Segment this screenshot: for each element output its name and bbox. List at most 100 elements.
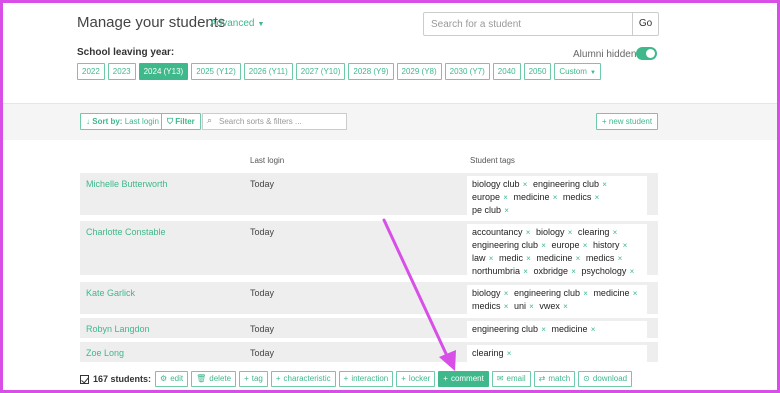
student-count: 167 students:: [93, 374, 152, 384]
tag-chip: europe ×: [472, 192, 508, 202]
remove-tag-icon[interactable]: ×: [627, 267, 635, 276]
advanced-label: Advanced: [210, 18, 255, 29]
characteristic-action-button[interactable]: + characteristic: [270, 371, 336, 387]
student-name-link[interactable]: Robyn Langdon: [86, 324, 150, 334]
email-action-button[interactable]: ✉ email: [491, 371, 531, 387]
remove-tag-icon[interactable]: ×: [502, 289, 509, 298]
filter-button[interactable]: ⛉ Filter: [161, 113, 201, 130]
tag-label: medic: [498, 253, 523, 263]
tag-action-button[interactable]: + tag: [239, 371, 268, 387]
remove-tag-icon[interactable]: ×: [527, 302, 534, 311]
remove-tag-icon[interactable]: ×: [630, 289, 638, 298]
year-button[interactable]: 2024 (Y13): [138, 63, 189, 80]
remove-tag-icon[interactable]: ×: [566, 228, 573, 237]
remove-tag-icon[interactable]: ×: [561, 302, 568, 311]
tag-label: engineering club: [513, 288, 581, 298]
select-all-checkbox[interactable]: [80, 374, 89, 384]
locker-action-button[interactable]: + locker: [396, 371, 436, 387]
remove-tag-icon[interactable]: ×: [524, 228, 531, 237]
remove-tag-icon[interactable]: ×: [581, 241, 588, 250]
remove-tag-icon[interactable]: ×: [615, 254, 623, 263]
tag-label: engineering club: [532, 179, 600, 189]
tag-chip: clearing ×: [578, 227, 617, 237]
alumni-toggle[interactable]: [636, 47, 657, 60]
last-login: Today: [250, 288, 275, 298]
remove-tag-icon[interactable]: ×: [573, 254, 581, 263]
student-tags[interactable]: biology × engineering club × medicine × …: [467, 285, 647, 315]
tag-chip: medicine ×: [551, 324, 595, 334]
sort-filter-search-input[interactable]: [202, 113, 347, 130]
year-label: 2029 (Y8): [401, 67, 437, 76]
remove-tag-icon[interactable]: ×: [521, 180, 528, 189]
tag-chip: history ×: [593, 240, 627, 250]
remove-tag-icon[interactable]: ×: [610, 228, 618, 237]
year-label: 2040: [497, 67, 516, 76]
sort-by-button[interactable]: ↓ Sort by: Last login: [80, 113, 165, 130]
student-search-input[interactable]: [423, 12, 633, 36]
student-name-link[interactable]: Michelle Butterworth: [86, 179, 168, 189]
student-name-link[interactable]: Zoe Long: [86, 348, 124, 358]
remove-tag-icon[interactable]: ×: [581, 289, 588, 298]
year-button[interactable]: 2023: [107, 63, 136, 80]
remove-tag-icon[interactable]: ×: [505, 349, 512, 358]
tag-label: medics: [585, 253, 615, 263]
student-tags[interactable]: accountancy × biology × clearing × engin…: [467, 224, 647, 280]
student-name-link[interactable]: Kate Garlick: [86, 288, 135, 298]
remove-tag-icon[interactable]: ×: [524, 254, 531, 263]
remove-tag-icon[interactable]: ×: [501, 193, 508, 202]
match-action-button[interactable]: ⇄ match: [533, 371, 576, 387]
year-button[interactable]: 2050: [523, 63, 552, 80]
year-button[interactable]: 2028 (Y9): [348, 63, 394, 80]
year-button[interactable]: 2026 (Y11): [243, 63, 293, 80]
remove-tag-icon[interactable]: ×: [487, 254, 494, 263]
search-go-button[interactable]: Go: [632, 12, 659, 36]
tag-chip: engineering club ×: [533, 179, 607, 189]
advanced-dropdown[interactable]: Advanced ▼: [210, 18, 264, 29]
year-label: 2024 (Y13): [143, 67, 184, 76]
student-tags[interactable]: biology club × engineering club × europe…: [467, 176, 647, 219]
trash-icon: 🗑: [196, 374, 207, 383]
year-button[interactable]: 2040: [492, 63, 521, 80]
tag-chip: medicine ×: [513, 192, 557, 202]
remove-tag-icon[interactable]: ×: [502, 206, 509, 215]
shuffle-icon: ⇄: [538, 374, 546, 383]
interaction-action-button[interactable]: + interaction: [338, 371, 394, 387]
year-button[interactable]: 2030 (Y7): [444, 63, 490, 80]
student-tags[interactable]: clearing ×: [467, 345, 647, 362]
remove-tag-icon[interactable]: ×: [502, 302, 509, 311]
remove-tag-icon[interactable]: ×: [600, 180, 607, 189]
chevron-down-icon: ▼: [257, 21, 265, 28]
year-button[interactable]: 2022: [77, 63, 105, 80]
new-student-button[interactable]: + new student: [596, 113, 659, 130]
year-button[interactable]: 2027 (Y10): [295, 63, 346, 80]
table-row: Robyn Langdon Today engineering club × med…: [80, 318, 658, 338]
select-all-control[interactable]: 167 students:: [80, 374, 151, 384]
tag-chip: biology club ×: [472, 179, 527, 189]
chevron-down-icon: ▼: [589, 70, 596, 76]
year-button[interactable]: 2025 (Y12): [191, 63, 241, 80]
last-login: Today: [250, 179, 275, 189]
plus-icon: +: [343, 374, 349, 383]
table-row: Michelle Butterworth Today biology club × …: [80, 173, 658, 219]
student-name-link[interactable]: Charlotte Constable: [86, 227, 166, 237]
action-label: tag: [251, 374, 263, 383]
remove-tag-icon[interactable]: ×: [569, 267, 576, 276]
filter-label: Filter: [175, 117, 195, 126]
tag-label: medics: [562, 192, 592, 202]
remove-tag-icon[interactable]: ×: [521, 267, 528, 276]
year-filter-group: 2022 2023 2024 (Y13) 2025 (Y12) 2026 (Y11) 20…: [77, 63, 604, 80]
student-tags[interactable]: engineering club × medicine ×: [467, 321, 647, 338]
remove-tag-icon[interactable]: ×: [539, 325, 546, 334]
year-button[interactable]: 2029 (Y8): [396, 63, 442, 80]
remove-tag-icon[interactable]: ×: [550, 193, 558, 202]
remove-tag-icon[interactable]: ×: [589, 325, 596, 334]
download-action-button[interactable]: ⊙ download: [578, 371, 633, 387]
remove-tag-icon[interactable]: ×: [620, 241, 628, 250]
comment-action-button[interactable]: + comment: [438, 371, 489, 387]
year-label: 2023: [112, 67, 131, 76]
year-button[interactable]: Custom ▼: [554, 63, 601, 80]
remove-tag-icon[interactable]: ×: [539, 241, 546, 250]
edit-action-button[interactable]: ⚙ edit: [155, 371, 189, 387]
delete-action-button[interactable]: 🗑 delete: [191, 371, 237, 387]
remove-tag-icon[interactable]: ×: [592, 193, 600, 202]
